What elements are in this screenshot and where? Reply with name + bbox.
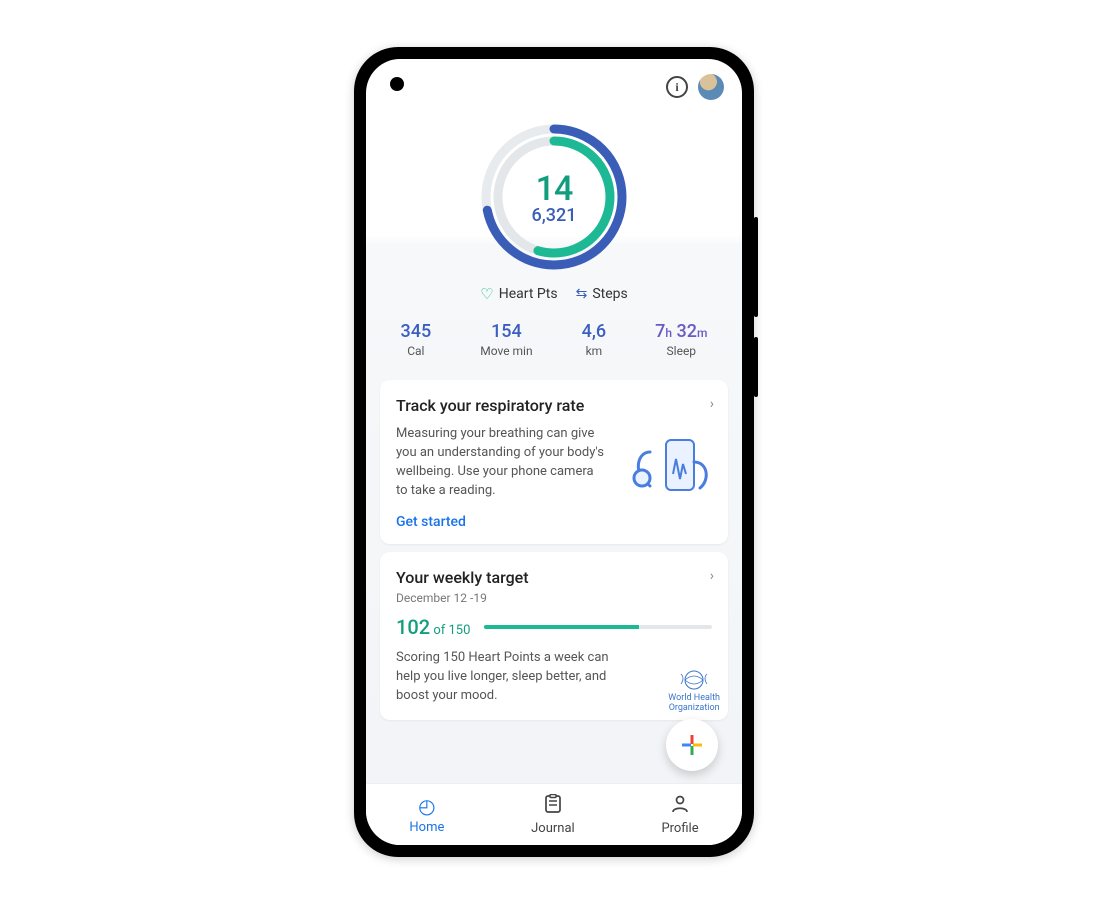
nav-journal-label: Journal	[531, 821, 575, 836]
nav-journal[interactable]: Journal	[531, 794, 575, 836]
card-respiratory-body: Measuring your breathing can give you an…	[396, 425, 606, 500]
heart-icon: ♡	[480, 285, 493, 303]
activity-ring[interactable]: 14 6,321	[366, 115, 742, 277]
stat-move-value: 154	[480, 321, 532, 342]
target-of: of 150	[430, 623, 470, 638]
target-progress: 102 of 150	[396, 615, 712, 639]
legend-steps-label: Steps	[592, 286, 627, 302]
nav-home[interactable]: ◴ Home	[409, 794, 444, 835]
nav-home-label: Home	[409, 820, 444, 835]
progress-bar	[484, 625, 712, 629]
stat-sleep[interactable]: 7h 32m Sleep	[655, 321, 707, 358]
card-target-body: Scoring 150 Heart Points a week can help…	[396, 649, 626, 706]
heart-points-value: 14	[536, 169, 573, 209]
stat-move-label: Move min	[480, 344, 532, 358]
legend-heart[interactable]: ♡ Heart Pts	[480, 285, 557, 303]
card-weekly-target[interactable]: Your weekly target › December 12 -19 102…	[380, 552, 728, 720]
stat-move[interactable]: 154 Move min	[480, 321, 532, 358]
profile-icon	[670, 794, 690, 819]
journal-icon	[543, 794, 563, 819]
legend-heart-label: Heart Pts	[499, 286, 558, 302]
nav-profile[interactable]: Profile	[661, 794, 698, 836]
card-respiratory-title: Track your respiratory rate	[396, 396, 712, 415]
power-button[interactable]	[754, 337, 758, 397]
chevron-right-icon: ›	[710, 568, 714, 584]
card-target-date: December 12 -19	[396, 591, 712, 605]
stat-km-value: 4,6	[582, 321, 607, 342]
stat-km-label: km	[582, 344, 607, 358]
chevron-right-icon: ›	[710, 396, 714, 412]
home-icon: ◴	[418, 794, 435, 818]
bottom-nav: ◴ Home Journal Profile	[366, 783, 742, 845]
info-icon[interactable]: i	[666, 76, 688, 98]
progress-bar-fill	[484, 625, 639, 629]
stat-km[interactable]: 4,6 km	[582, 321, 607, 358]
stat-sleep-label: Sleep	[655, 344, 707, 358]
steps-value: 6,321	[532, 205, 577, 226]
get-started-link[interactable]: Get started	[396, 514, 466, 530]
stat-cal[interactable]: 345 Cal	[401, 321, 432, 358]
ring-legend: ♡ Heart Pts ⇆Steps	[366, 285, 742, 303]
avatar[interactable]	[698, 74, 724, 100]
volume-button[interactable]	[754, 217, 758, 317]
fab-add-button[interactable]	[666, 719, 718, 771]
steps-icon: ⇆	[576, 286, 588, 302]
content-area: 14 6,321 ♡ Heart Pts ⇆Steps 345 Cal 154 M…	[366, 115, 742, 783]
stats-row: 345 Cal 154 Move min 4,6 km 7h 32m Sleep	[366, 321, 742, 372]
camera-hole	[390, 77, 404, 91]
phone-frame: i 14 6,321 ♡H	[354, 47, 754, 857]
stat-cal-value: 345	[401, 321, 432, 342]
nav-profile-label: Profile	[661, 821, 698, 836]
card-respiratory[interactable]: Track your respiratory rate › Measuring …	[380, 380, 728, 544]
stat-sleep-value: 7h 32m	[655, 321, 707, 342]
stethoscope-phone-icon	[628, 434, 718, 514]
screen: i 14 6,321 ♡H	[366, 59, 742, 845]
target-value: 102	[396, 615, 430, 639]
stat-cal-label: Cal	[401, 344, 432, 358]
legend-steps[interactable]: ⇆Steps	[576, 285, 628, 303]
who-badge: World Health Organization	[668, 668, 720, 714]
target-value-wrap: 102 of 150	[396, 615, 470, 639]
top-bar: i	[366, 59, 742, 115]
card-target-title: Your weekly target	[396, 568, 712, 587]
